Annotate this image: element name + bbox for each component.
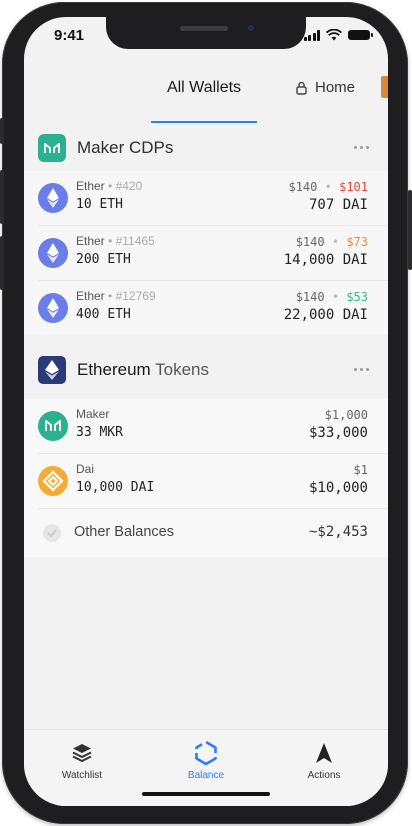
speaker (180, 26, 228, 31)
cdp-asset: Ether • #420 (76, 179, 143, 193)
power-button (408, 190, 412, 270)
maker-cdps-header: Maker CDPs (24, 125, 388, 171)
other-balances-label: Other Balances (74, 524, 174, 540)
tab-partial-next[interactable] (381, 76, 388, 98)
other-balances-row[interactable]: Other Balances ~$2,453 (38, 509, 388, 557)
cdp-amount: 10 ETH (76, 197, 123, 212)
tab-home[interactable]: Home (296, 79, 355, 96)
list-item[interactable]: Ether • #12769 400 ETH $140 • $53 22,000… (38, 281, 388, 335)
tab-all-wallets[interactable]: All Wallets (151, 79, 257, 97)
cdp-id: #12769 (115, 289, 156, 303)
ethereum-tokens-title: Ethereum Tokens (77, 360, 209, 379)
nav-watchlist[interactable]: Watchlist (42, 740, 122, 781)
list-item[interactable]: Ether • #11465 200 ETH $140 • $73 14,000… (38, 226, 388, 281)
other-balances-value: ~$2,453 (308, 524, 368, 540)
maker-cdps-list: Ether • #420 10 ETH $140 • $101 707 DAI … (24, 171, 388, 335)
list-item[interactable]: Dai 10,000 DAI $1 $10,000 (38, 454, 388, 509)
ethereum-logo-icon (38, 356, 66, 384)
ether-icon (38, 238, 68, 268)
volume-down-button (0, 236, 4, 290)
cdp-price: $140 • $73 (295, 235, 368, 249)
ether-icon (38, 293, 68, 323)
tab-active-indicator (151, 121, 257, 123)
token-value: $33,000 (308, 425, 368, 441)
wallet-content: Maker CDPs Ether • #420 10 ETH $140 • $1… (24, 125, 388, 557)
token-value: $10,000 (308, 480, 368, 496)
maker-cdps-more-icon[interactable] (354, 146, 369, 149)
cdp-dai-debt: 707 DAI (308, 197, 368, 213)
tab-home-label: Home (315, 79, 356, 96)
cdp-amount: 400 ETH (76, 307, 131, 322)
nav-actions[interactable]: Actions (284, 740, 364, 781)
cellular-signal-icon (303, 29, 320, 41)
list-item[interactable]: Maker 33 MKR $1,000 $33,000 (38, 399, 388, 454)
cdp-asset: Ether • #12769 (76, 289, 156, 303)
token-name: Dai (76, 462, 95, 476)
token-price: $1,000 (324, 408, 368, 422)
silent-switch (0, 118, 4, 144)
cdp-dai-debt: 14,000 DAI (283, 252, 368, 268)
ethereum-tokens-more-icon[interactable] (354, 368, 369, 371)
wallet-tabs: All Wallets Home (24, 67, 388, 123)
home-indicator[interactable] (142, 792, 270, 796)
token-price: $1 (353, 463, 368, 477)
status-icons (303, 29, 373, 41)
maker-token-icon (38, 411, 68, 441)
cdp-dai-debt: 22,000 DAI (283, 307, 368, 323)
front-camera (246, 23, 256, 33)
cdp-asset: Ether • #11465 (76, 234, 155, 248)
ether-icon (38, 183, 68, 213)
cdp-amount: 200 ETH (76, 252, 131, 267)
cdp-liquidation-price: $73 (346, 235, 368, 249)
cdp-price: $140 • $101 (288, 180, 368, 194)
nav-balance[interactable]: Balance (166, 740, 246, 781)
nav-balance-label: Balance (187, 770, 225, 781)
cdp-id: #420 (115, 179, 143, 193)
cdp-price: $140 • $53 (295, 290, 368, 304)
maker-logo-icon (38, 134, 66, 162)
actions-arrow-icon (284, 740, 364, 766)
screen: 9:41 All Wallets Home Maker CDPs Ether •… (24, 17, 388, 806)
volume-up-button (0, 170, 4, 224)
dai-token-icon (38, 466, 68, 496)
balance-hexagon-icon (166, 740, 246, 766)
status-time: 9:41 (54, 27, 85, 44)
token-amount: 10,000 DAI (76, 480, 155, 495)
token-name: Maker (76, 407, 110, 421)
maker-cdps-title: Maker CDPs (77, 138, 174, 157)
cdp-id: #11465 (115, 234, 155, 248)
nav-actions-label: Actions (307, 770, 341, 781)
ethereum-tokens-list: Maker 33 MKR $1,000 $33,000 Dai 10,000 D… (24, 399, 388, 557)
wifi-icon (326, 29, 342, 41)
nav-watchlist-label: Watchlist (61, 770, 103, 781)
ethereum-tokens-header: Ethereum Tokens (24, 347, 388, 393)
cdp-liquidation-price: $101 (339, 180, 368, 194)
token-amount: 33 MKR (76, 425, 123, 440)
notch (106, 17, 306, 49)
layers-icon (42, 740, 122, 766)
cdp-liquidation-price: $53 (346, 290, 368, 304)
battery-icon (348, 30, 373, 40)
list-item[interactable]: Ether • #420 10 ETH $140 • $101 707 DAI (38, 171, 388, 226)
checkmark-icon (43, 524, 61, 542)
lock-icon (296, 81, 307, 95)
